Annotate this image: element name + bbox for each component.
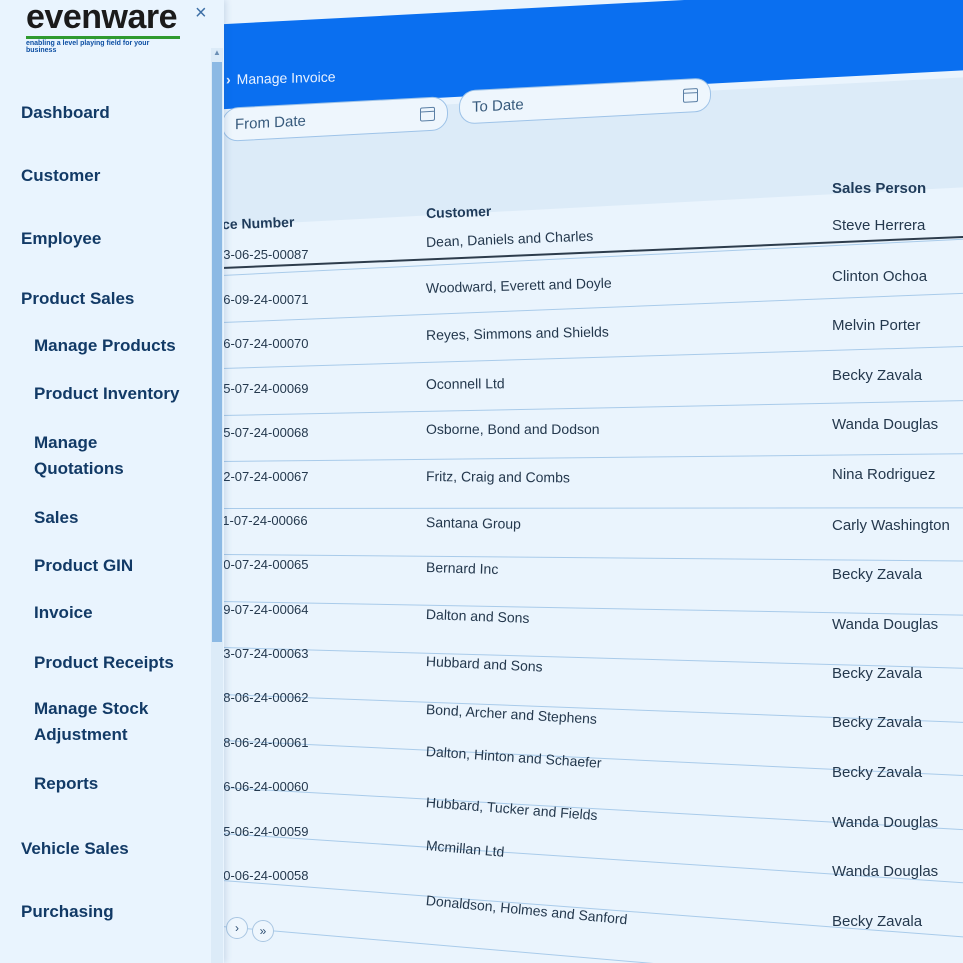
sidebar-item-product-inventory[interactable]: Product Inventory [34,381,179,407]
invoice-number-cell[interactable]: 23-06-25-00087 [222,247,386,262]
customer-cell: Donaldson, Holmes and Sanford [425,892,629,928]
sales-person-cell: Steve Herrera [832,217,926,234]
invoice-number-cell[interactable]: 10-07-24-00065 [222,557,386,572]
scroll-up-icon[interactable]: ▲ [213,48,221,57]
column-header-customer[interactable]: Customer [426,203,492,221]
pager-next-button[interactable]: › [226,917,248,939]
to-date-placeholder: To Date [472,95,524,116]
brand-tagline: enabling a level playing field for your … [26,36,180,54]
invoice-number-cell[interactable]: 09-07-24-00064 [222,602,386,617]
invoice-number-cell[interactable]: 12-07-24-00067 [222,469,386,484]
sidebar-item-manage-quotations[interactable]: Manage Quotations [34,430,154,482]
sidebar-item-vehicle-sales[interactable]: Vehicle Sales [21,836,129,862]
sidebar-item-product-receipts[interactable]: Product Receipts [34,650,174,676]
invoice-number-cell[interactable]: 26-09-24-00071 [222,292,386,307]
invoice-number-cell[interactable]: 15-07-24-00069 [222,381,386,396]
sales-person-cell: Melvin Porter [832,317,921,334]
brand-name: evenware [26,0,178,36]
sales-person-cell: Becky Zavala [832,665,923,682]
customer-cell: Oconnell Ltd [425,375,505,392]
customer-cell: Hubbard, Tucker and Fields [425,794,599,824]
pager-last-button[interactable]: » [252,920,274,942]
row-divider [222,506,963,509]
invoice-number-cell[interactable]: 16-07-24-00070 [222,336,386,351]
sidebar-item-purchasing[interactable]: Purchasing [21,899,114,925]
breadcrumb-chevron-icon: › [226,71,231,88]
sidebar-item-employee[interactable]: Employee [21,226,101,252]
customer-cell: Dalton and Sons [425,606,530,626]
sidebar-item-product-sales[interactable]: Product Sales [21,286,134,312]
sales-person-cell: Becky Zavala [832,566,923,583]
breadcrumb-current[interactable]: Manage Invoice [237,69,336,88]
sales-person-cell: Becky Zavala [832,913,923,930]
invoice-number-cell[interactable]: 26-06-24-00060 [222,779,386,794]
row-divider [221,926,963,963]
row-divider [222,453,963,462]
sidebar-item-manage-products[interactable]: Manage Products [34,333,176,359]
sidebar-item-product-gin[interactable]: Product GIN [34,553,133,579]
invoice-number-cell[interactable]: 15-07-24-00068 [222,425,386,440]
sales-person-cell: Nina Rodriguez [832,466,936,483]
sales-person-cell: Becky Zavala [832,367,923,384]
invoice-number-cell[interactable]: 11-07-24-00066 [222,513,386,528]
row-divider [222,399,963,416]
sidebar-scrollbar[interactable]: ▲ [211,48,223,963]
sidebar-item-dashboard[interactable]: Dashboard [21,100,110,126]
sidebar-item-customer[interactable]: Customer [21,163,100,189]
sidebar-item-reports[interactable]: Reports [34,771,98,797]
invoice-number-cell[interactable]: 28-06-24-00062 [222,690,386,705]
column-header-invoice-number[interactable]: ce Number [222,214,295,233]
sales-person-cell: Wanda Douglas [832,863,939,880]
customer-cell: Osborne, Bond and Dodson [426,421,600,437]
customer-cell: Dean, Daniels and Charles [425,227,594,250]
customer-cell: Santana Group [425,514,522,532]
customer-cell: Woodward, Everett and Doyle [425,274,612,296]
customer-cell: Mcmillan Ltd [425,837,505,860]
sales-person-cell: Becky Zavala [832,714,923,731]
customer-cell: Fritz, Craig and Combs [425,468,571,486]
invoice-number-cell[interactable]: 03-07-24-00063 [222,646,386,661]
sidebar-scroll-thumb[interactable] [212,62,222,642]
sales-person-cell: Clinton Ochoa [832,268,928,285]
invoice-number-cell[interactable]: 28-06-24-00061 [222,735,386,750]
customer-cell: Dalton, Hinton and Schaefer [425,743,603,771]
calendar-icon[interactable] [420,106,435,122]
customer-cell: Reyes, Simmons and Shields [425,323,609,343]
sales-person-cell: Wanda Douglas [832,814,939,831]
breadcrumb: › Manage Invoice [226,69,336,88]
invoice-number-cell[interactable]: 20-06-24-00058 [222,868,386,883]
sidebar: evenware enabling a level playing field … [0,0,224,963]
sales-person-cell: Wanda Douglas [832,416,939,433]
sales-person-cell: Wanda Douglas [832,616,939,633]
sales-person-cell: Becky Zavala [832,764,923,781]
sales-person-cell: Carly Washington [832,517,950,534]
invoice-number-cell[interactable]: 25-06-24-00059 [222,824,386,839]
sidebar-item-sales[interactable]: Sales [34,505,78,531]
brand-logo[interactable]: evenware enabling a level playing field … [26,0,180,54]
sidebar-item-manage-stock-adjustment[interactable]: Manage Stock Adjustment [34,696,159,748]
calendar-icon[interactable] [683,88,698,103]
sidebar-item-invoice[interactable]: Invoice [34,600,93,626]
close-icon[interactable]: × [195,2,207,25]
customer-cell: Bernard Inc [425,559,499,578]
column-header-sales-person[interactable]: Sales Person [832,180,926,197]
from-date-placeholder: From Date [235,112,306,133]
